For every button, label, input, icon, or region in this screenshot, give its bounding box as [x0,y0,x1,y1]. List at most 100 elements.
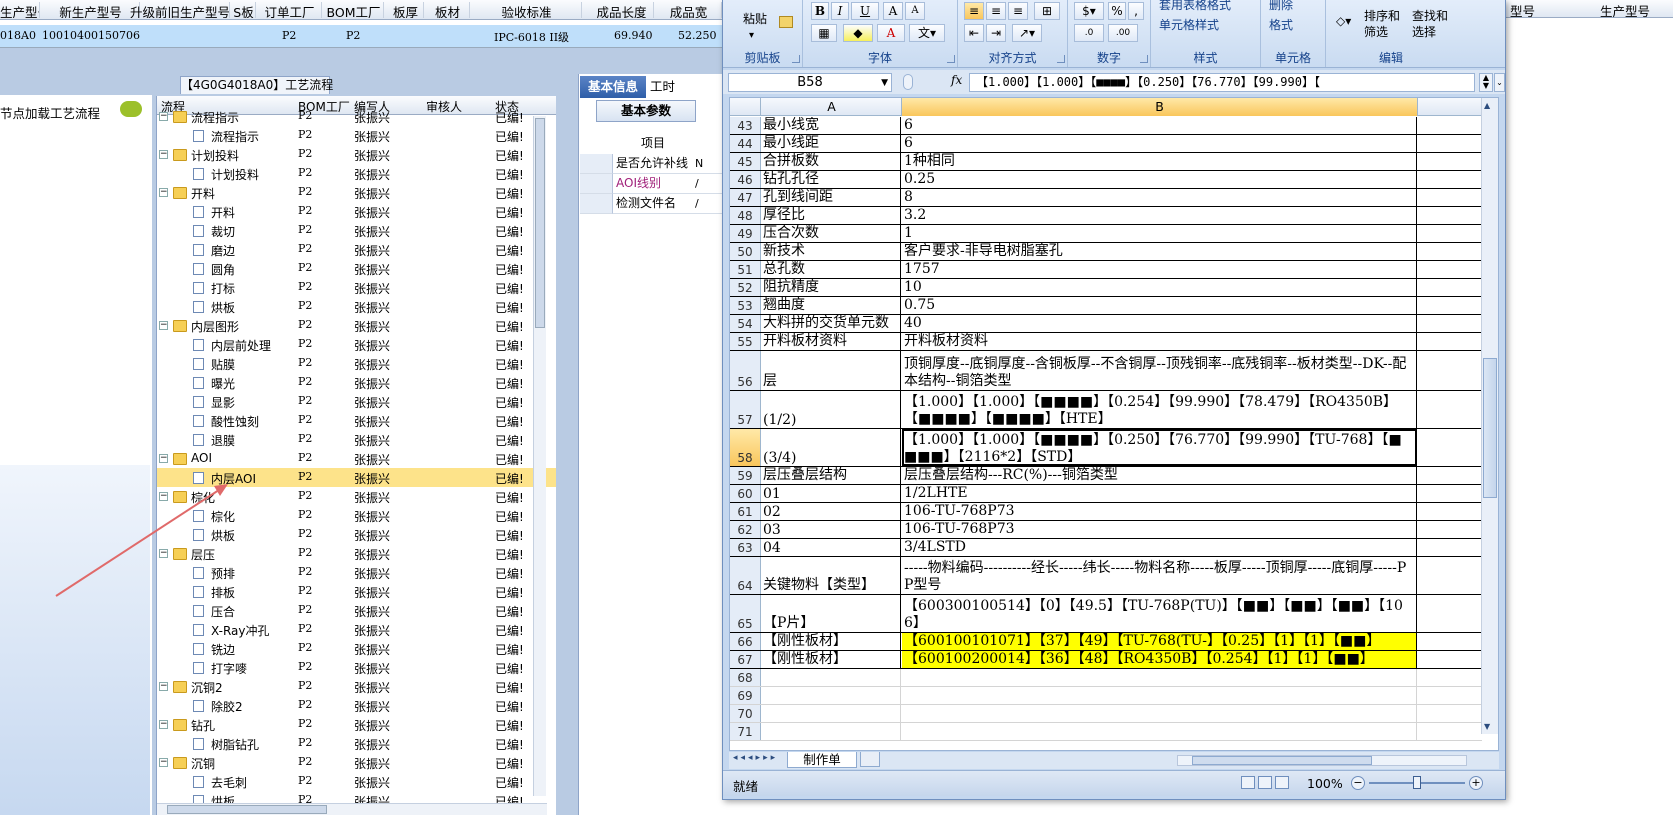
cell-a[interactable]: (3/4) [761,429,901,466]
italic-button[interactable]: I [831,2,849,20]
tree-row[interactable]: 棕化 P2 张振兴 已编! [157,506,556,525]
cell-a[interactable]: 开料板材资料 [761,333,901,350]
tree-row[interactable]: − 流程指示 P2 张振兴 已编! [157,107,556,126]
paste-dropdown-icon[interactable]: ▾ [749,30,754,41]
zoom-slider-handle[interactable] [1413,776,1421,789]
collapse-icon[interactable]: − [159,188,168,197]
row-header[interactable]: 64 [730,557,761,594]
cell-b[interactable]: 0.75 [902,297,1417,314]
select-all-corner[interactable] [730,98,761,116]
cell-a[interactable]: 【刚性板材】 [761,651,901,668]
insert-sheet-icon[interactable] [860,752,880,767]
cell-a[interactable] [761,705,901,722]
fill-color-button[interactable]: ◆ [843,24,873,42]
tree-row[interactable]: 磨边 P2 张振兴 已编! [157,240,556,259]
cell-b[interactable] [902,687,1417,704]
row-header[interactable]: 58 [730,429,761,466]
cell-b[interactable]: 【600300100514】【0】【49.5】【TU-768P(TU)】【■■】… [902,595,1417,632]
cell-b[interactable]: 1/2LHTE [902,485,1417,502]
name-box[interactable]: B58 ▼ [728,73,892,92]
zoom-level[interactable]: 100% [1307,776,1343,791]
tree-row[interactable]: 预排 P2 张振兴 已编! [157,563,556,582]
row-header[interactable]: 53 [730,297,761,314]
cell-a[interactable] [761,723,901,740]
collapse-icon[interactable]: − [159,682,168,691]
row-header[interactable]: 60 [730,485,761,502]
tree-row[interactable]: − 内层图形 P2 张振兴 已编! [157,316,556,335]
cell-a[interactable] [761,687,901,704]
tree-vertical-scrollbar[interactable] [533,116,546,796]
cell-b[interactable]: 【1.000】【1.000】【■■■■】【0.254】【99.990】【78.4… [902,391,1417,428]
page-break-icon[interactable] [1275,776,1289,789]
row-header[interactable]: 45 [730,153,761,170]
chat-bubble-icon[interactable] [120,101,142,117]
tree-row[interactable]: − 层压 P2 张振兴 已编! [157,544,556,563]
font-color-button[interactable]: A [877,24,905,42]
row-header[interactable]: 51 [730,261,761,278]
normal-view-icon[interactable] [1241,776,1255,789]
cell-a[interactable] [761,669,901,686]
orientation-icon[interactable]: ↗▾ [1012,24,1042,42]
cell-a[interactable]: 【刚性板材】 [761,633,901,650]
column-header-a[interactable]: A [762,98,902,116]
cell-b[interactable]: 6 [902,135,1417,152]
cell-a[interactable]: 最小线距 [761,135,901,152]
eraser-icon[interactable]: ◇▾ [1336,14,1351,28]
order-grid-col-header[interactable]: 升级前旧生产型号 [130,2,230,18]
chevron-down-icon[interactable]: ▼ [881,75,888,92]
cell-b[interactable]: 3/4LSTD [902,539,1417,556]
cell-a[interactable]: 翘曲度 [761,297,901,314]
find-select-button[interactable]: 查找和选择 [1412,8,1454,40]
cell-b[interactable]: 8 [902,189,1417,206]
tree-row[interactable]: 内层AOI P2 张振兴 已编! [157,468,556,487]
row-header[interactable]: 71 [730,723,761,740]
align-left-icon[interactable]: ≡ [964,2,984,20]
cell-a[interactable]: 合拼板数 [761,153,901,170]
phonetic-button[interactable]: 文▾ [909,24,945,42]
tree-row[interactable]: 内层前处理 P2 张振兴 已编! [157,335,556,354]
decrease-indent-icon[interactable]: ⇤ [964,24,984,42]
tree-row[interactable]: 酸性蚀刻 P2 张振兴 已编! [157,411,556,430]
tree-row[interactable]: 曝光 P2 张振兴 已编! [157,373,556,392]
cell-a[interactable]: 层压叠层结构 [761,467,901,484]
tab-basic-params[interactable]: 基本参数 [596,100,696,122]
cell-a[interactable]: 01 [761,485,901,502]
tree-row[interactable]: 铣边 P2 张振兴 已编! [157,639,556,658]
tree-row[interactable]: X-Ray冲孔 P2 张振兴 已编! [157,620,556,639]
row-header[interactable]: 65 [730,595,761,632]
cell-a[interactable]: 03 [761,521,901,538]
decrease-decimal-icon[interactable]: .00 [1108,24,1138,42]
paste-button[interactable]: 粘贴 [743,10,767,27]
row-header[interactable]: 47 [730,189,761,206]
collapse-icon[interactable]: − [159,758,168,767]
cell-b[interactable]: 顶铜厚度--底铜厚度--含铜板厚--不含铜厚--顶残铜率--底残铜率--板材类型… [902,351,1417,390]
worksheet[interactable]: A B 43 最小线宽 6 44 最小线距 6 45 合拼板数 1种相同 46 钻孔孔径 0.25 47… [729,97,1499,751]
order-grid-col-header[interactable]: 生产型号 [0,2,40,18]
tree-row[interactable]: − 计划投料 P2 张振兴 已编! [157,145,556,164]
row-header[interactable]: 55 [730,333,761,350]
param-row[interactable]: 检测文件名 / [613,194,723,214]
cell-b[interactable]: 40 [902,315,1417,332]
tree-row[interactable]: 压合 P2 张振兴 已编! [157,601,556,620]
collapse-icon[interactable]: − [159,150,168,159]
tree-row[interactable]: 烘板 P2 张振兴 已编! [157,525,556,544]
tree-row[interactable]: 打标 P2 张振兴 已编! [157,278,556,297]
cell-a[interactable]: 最小线宽 [761,117,901,134]
tree-row[interactable]: − 沉铜2 P2 张振兴 已编! [157,677,556,696]
align-right-icon[interactable]: ≡ [1008,2,1028,20]
tree-row[interactable]: 除胶2 P2 张振兴 已编! [157,696,556,715]
tree-row[interactable]: 裁切 P2 张振兴 已编! [157,221,556,240]
cell-b[interactable]: 1种相同 [902,153,1417,170]
tree-row[interactable]: − 开料 P2 张振兴 已编! [157,183,556,202]
right-grid-col-header[interactable]: 型号 [1510,1,1535,20]
cell-b[interactable]: -----物料编码----------经长-----纬长-----物料名称---… [902,557,1417,594]
sheet-tab-active[interactable]: 制作单 [787,752,857,768]
flow-tab[interactable]: 【4G0G4018A0】工艺流程 [180,76,333,94]
tree-horizontal-scrollbar[interactable] [157,803,547,815]
tree-row[interactable]: − 棕化 P2 张振兴 已编! [157,487,556,506]
tree-row[interactable]: − 沉铜 P2 张振兴 已编! [157,753,556,772]
order-grid-col-header[interactable]: 订单工厂 [258,2,322,18]
cell-a[interactable]: 02 [761,503,901,520]
tree-row[interactable]: − 钻孔 P2 张振兴 已编! [157,715,556,734]
row-header[interactable]: 46 [730,171,761,188]
